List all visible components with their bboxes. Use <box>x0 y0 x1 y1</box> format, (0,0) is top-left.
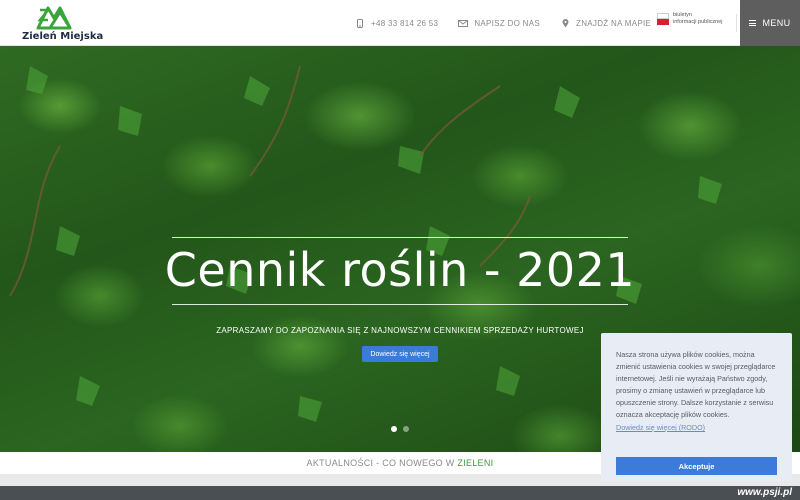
email-link[interactable]: NAPISZ DO NAS <box>458 18 540 28</box>
map-pin-icon <box>560 18 570 28</box>
hamburger-icon <box>749 20 757 26</box>
bip-flag-icon <box>657 13 669 25</box>
cookie-notice: Nasza strona używa plików cookies, można… <box>601 333 792 481</box>
bip-link[interactable]: biuletyn informacji publicznej <box>657 12 723 26</box>
slider-dot-2[interactable] <box>403 426 409 432</box>
phone-number: +48 33 814 26 53 <box>371 18 439 28</box>
map-label: ZNAJDŹ NA MAPIE <box>576 18 652 28</box>
news-title-prefix: AKTUALNOŚCI - CO NOWEGO W <box>306 458 458 468</box>
bip-line-1: biuletyn <box>673 12 692 18</box>
email-label: NAPISZ DO NAS <box>474 18 541 28</box>
learn-more-button[interactable]: Dowiedz się więcej <box>362 346 438 362</box>
menu-label: MENU <box>762 18 791 28</box>
news-title-highlight: ZIELENI <box>457 458 494 468</box>
phone-link[interactable]: +48 33 814 26 53 <box>355 18 438 28</box>
envelope-icon <box>458 18 469 28</box>
cookie-text: Nasza strona używa plików cookies, można… <box>616 350 776 419</box>
bip-line-2: informacji publicznej <box>673 19 723 25</box>
map-link[interactable]: ZNAJDŹ NA MAPIE <box>560 18 651 28</box>
slider-dot-1[interactable] <box>391 426 397 432</box>
bip-text: biuletyn informacji publicznej <box>673 12 723 26</box>
cookie-more-link[interactable]: Dowiedz się więcej (RODO) <box>616 423 777 432</box>
hero-title: Cennik roślin - 2021 <box>164 243 636 297</box>
logo-mark-icon <box>36 6 72 30</box>
site-header: Zieleń Miejska +48 33 814 26 53 NAPISZ D… <box>0 0 800 46</box>
site-logo[interactable]: Zieleń Miejska <box>22 4 104 44</box>
hero-line-top <box>172 237 628 238</box>
logo-text: Zieleń Miejska <box>22 31 104 42</box>
top-contact-links: +48 33 814 26 53 NAPISZ DO NAS ZNAJDŹ NA… <box>355 0 671 46</box>
bottom-dark-bar <box>0 486 800 500</box>
watermark-text: www.psji.pl <box>737 487 792 498</box>
phone-icon <box>355 18 365 28</box>
hero-line-bottom <box>172 304 628 305</box>
header-divider <box>736 14 737 32</box>
cookie-accept-button[interactable]: Akceptuje <box>616 457 777 475</box>
menu-button[interactable]: MENU <box>740 0 800 46</box>
